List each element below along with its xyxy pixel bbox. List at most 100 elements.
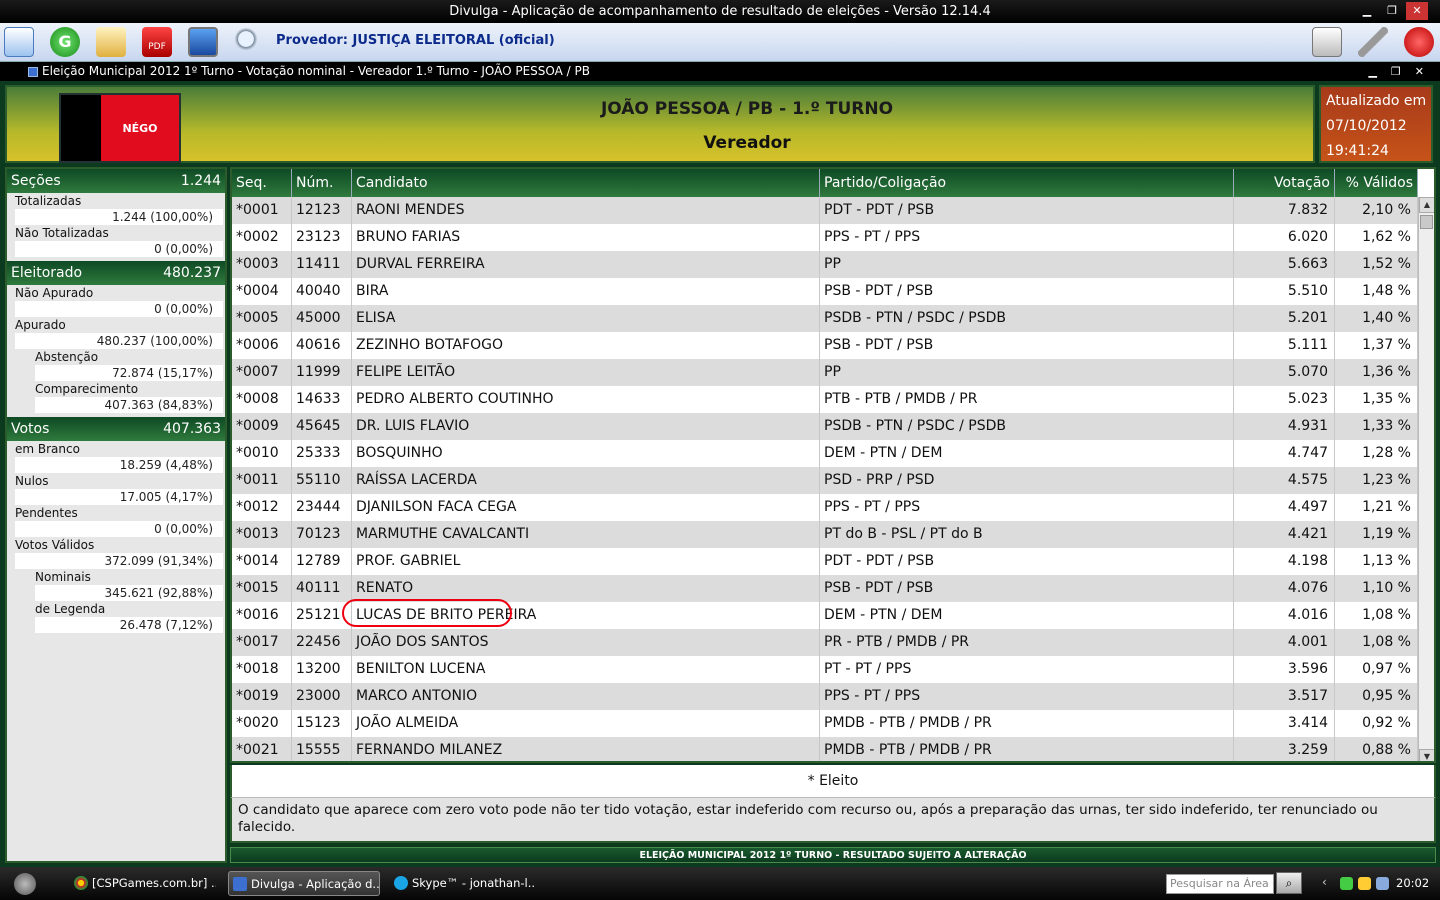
validos-label: Votos Válidos: [15, 538, 95, 552]
table-row[interactable]: *0020 15123 JOÃO ALMEIDA PMDB - PTB / PMDB …: [232, 710, 1418, 737]
notes-icon[interactable]: [96, 27, 126, 57]
table-row[interactable]: *0010 25333 BOSQUINHO DEM - PTN / DEM 4.747 1…: [232, 440, 1418, 467]
tray-volume-icon[interactable]: [1376, 877, 1389, 890]
cell-partido: PSD - PRP / PSD: [820, 467, 1234, 494]
scroll-up-icon[interactable]: ▲: [1419, 197, 1434, 213]
table-row[interactable]: *0007 11999 FELIPE LEITÃO PP 5.070 1,36 %: [232, 359, 1418, 386]
cell-pct: 0,88 %: [1335, 737, 1418, 761]
cell-seq: *0005: [232, 305, 292, 332]
taskbar-item-chrome[interactable]: [CSPGames.com.br] ...: [70, 871, 216, 896]
table-row[interactable]: *0014 12789 PROF. GABRIEL PDT - PDT / PSB 4.…: [232, 548, 1418, 575]
cell-votacao: 3.517: [1234, 683, 1335, 710]
taskbar-item-divulga[interactable]: Divulga - Aplicação d...: [228, 871, 380, 896]
cell-candidato: ELISA: [352, 305, 820, 332]
table-body: *0001 12123 RAONI MENDES PDT - PDT / PSB 7.8…: [232, 197, 1418, 761]
cell-seq: *0008: [232, 386, 292, 413]
cell-votacao: 5.111: [1234, 332, 1335, 359]
cell-num: 12123: [292, 197, 352, 224]
tray-expand-icon[interactable]: ‹: [1322, 875, 1327, 889]
tray-chrome-icon[interactable]: [1358, 877, 1371, 890]
table-row[interactable]: *0012 23444 DJANILSON FACA CEGA PPS - PT / …: [232, 494, 1418, 521]
nao-apurado-label: Não Apurado: [15, 286, 94, 300]
cell-pct: 1,62 %: [1335, 224, 1418, 251]
taskbar-search-input[interactable]: Pesquisar na Área de: [1166, 874, 1274, 894]
table-row[interactable]: *0004 40040 BIRA PSB - PDT / PSB 5.510 1,48 %: [232, 278, 1418, 305]
taskbar-clock[interactable]: 20:02: [1396, 867, 1429, 900]
window-title: Divulga - Aplicação de acompanhamento de…: [449, 4, 991, 19]
table-scrollbar[interactable]: ▲ ▼: [1418, 197, 1434, 761]
col-header-seq[interactable]: Seq.: [232, 169, 292, 197]
nao-totalizadas-label: Não Totalizadas: [15, 226, 109, 240]
cell-partido: PDT - PDT / PSB: [820, 548, 1234, 575]
cell-partido: PT - PT / PPS: [820, 656, 1234, 683]
cell-votacao: 6.020: [1234, 224, 1335, 251]
cell-votacao: 7.832: [1234, 197, 1335, 224]
close-button[interactable]: ✕: [1406, 2, 1428, 20]
cell-partido: PSDB - PTN / PSDC / PSDB: [820, 305, 1234, 332]
table-row[interactable]: *0005 45000 ELISA PSDB - PTN / PSDC / PSDB 5…: [232, 305, 1418, 332]
table-row[interactable]: *0019 23000 MARCO ANTONIO PPS - PT / PPS 3.5…: [232, 683, 1418, 710]
cell-pct: 1,13 %: [1335, 548, 1418, 575]
scroll-down-icon[interactable]: ▼: [1419, 749, 1434, 761]
scroll-thumb[interactable]: [1420, 215, 1433, 229]
cell-candidato: DR. LUIS FLAVIO: [352, 413, 820, 440]
maximize-button[interactable]: ❐: [1381, 2, 1403, 20]
toolbar: G PDF Provedor: JUSTIÇA ELEITORAL (ofici…: [0, 23, 1440, 62]
table-row[interactable]: *0015 40111 RENATO PSB - PDT / PSB 4.076 1,10…: [232, 575, 1418, 602]
table-row[interactable]: *0018 13200 BENILTON LUCENA PT - PT / PPS 3.…: [232, 656, 1418, 683]
taskbar-search-button[interactable]: ⌕: [1276, 872, 1302, 894]
status-footer: ELEIÇÃO MUNICIPAL 2012 1º TURNO - RESULT…: [230, 847, 1436, 863]
cell-partido: DEM - PTN / DEM: [820, 602, 1234, 629]
cell-seq: *0004: [232, 278, 292, 305]
cell-seq: *0007: [232, 359, 292, 386]
office-title: Vereador: [703, 133, 791, 153]
cell-candidato: DJANILSON FACA CEGA: [352, 494, 820, 521]
city-title: JOÃO PESSOA / PB - 1.º TURNO: [600, 99, 894, 119]
table-row[interactable]: *0003 11411 DURVAL FERREIRA PP 5.663 1,52 %: [232, 251, 1418, 278]
col-header-partido[interactable]: Partido/Coligação: [820, 169, 1234, 197]
printer-icon[interactable]: [1312, 27, 1342, 57]
col-header-num[interactable]: Núm.: [292, 169, 352, 197]
col-header-votacao[interactable]: Votação: [1234, 169, 1335, 197]
taskbar-item-skype[interactable]: Skype™ - jonathan-l...: [390, 871, 536, 896]
col-header-pct[interactable]: % Válidos: [1335, 169, 1418, 197]
cell-partido: PR - PTB / PMDB / PR: [820, 629, 1234, 656]
tray-network-icon[interactable]: [1340, 877, 1353, 890]
tools-icon[interactable]: [1358, 27, 1388, 57]
refresh-icon[interactable]: G: [50, 27, 80, 57]
cell-pct: 1,37 %: [1335, 332, 1418, 359]
help-icon[interactable]: [1404, 27, 1434, 57]
table-row[interactable]: *0006 40616 ZEZINHO BOTAFOGO PSB - PDT / PS…: [232, 332, 1418, 359]
col-header-candidato[interactable]: Candidato: [352, 169, 820, 197]
document-window-controls[interactable]: ▁ ❐ ✕: [1368, 62, 1424, 81]
document-icon: [28, 67, 38, 77]
cell-votacao: 4.747: [1234, 440, 1335, 467]
minimize-button[interactable]: ▁: [1356, 2, 1378, 20]
new-window-icon[interactable]: [4, 27, 34, 57]
table-row[interactable]: *0013 70123 MARMUTHE CAVALCANTI PT do B - P…: [232, 521, 1418, 548]
divulga-icon: [233, 877, 247, 891]
elected-legend: * Eleito: [230, 765, 1436, 797]
legenda-label: de Legenda: [35, 602, 106, 616]
cell-candidato: JOÃO ALMEIDA: [352, 710, 820, 737]
monitor-icon[interactable]: [188, 27, 218, 57]
table-row[interactable]: *0017 22456 JOÃO DOS SANTOS PR - PTB / PMDB…: [232, 629, 1418, 656]
cell-votacao: 5.023: [1234, 386, 1335, 413]
pdf-icon[interactable]: PDF: [142, 27, 172, 57]
table-row[interactable]: *0002 23123 BRUNO FARIAS PPS - PT / PPS 6.02…: [232, 224, 1418, 251]
cell-num: 12789: [292, 548, 352, 575]
nao-totalizadas-value: 0 (0,00%): [15, 241, 223, 257]
search-icon[interactable]: [234, 27, 264, 57]
pendentes-label: Pendentes: [15, 506, 78, 520]
cell-partido: PT do B - PSL / PT do B: [820, 521, 1234, 548]
cell-votacao: 4.076: [1234, 575, 1335, 602]
table-row[interactable]: *0009 45645 DR. LUIS FLAVIO PSDB - PTN / PS…: [232, 413, 1418, 440]
apurado-label: Apurado: [15, 318, 66, 332]
table-row[interactable]: *0008 14633 PEDRO ALBERTO COUTINHO PTB - PT…: [232, 386, 1418, 413]
start-button[interactable]: [14, 873, 36, 895]
table-row[interactable]: *0001 12123 RAONI MENDES PDT - PDT / PSB 7.8…: [232, 197, 1418, 224]
table-row[interactable]: *0011 55110 RAÍSSA LACERDA PSD - PRP / PSD 4…: [232, 467, 1418, 494]
table-row[interactable]: *0021 15555 FERNANDO MILANEZ PMDB - PTB / P…: [232, 737, 1418, 761]
updated-date: 07/10/2012: [1326, 118, 1407, 134]
comparecimento-value: 407.363 (84,83%): [35, 397, 223, 413]
